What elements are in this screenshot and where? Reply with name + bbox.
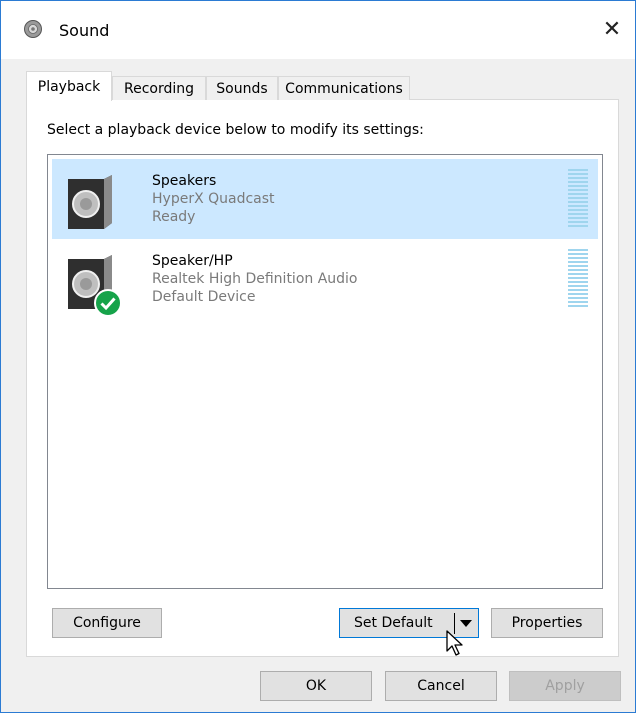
device-status: Ready xyxy=(152,209,196,225)
device-name: Speakers xyxy=(152,173,217,189)
device-list[interactable]: Speakers HyperX Quadcast Ready Speaker/H… xyxy=(47,154,603,589)
close-button[interactable]: ✕ xyxy=(589,7,635,51)
cancel-button[interactable]: Cancel xyxy=(385,671,497,701)
window-title: Sound xyxy=(59,21,110,40)
properties-button[interactable]: Properties xyxy=(491,608,603,638)
apply-button[interactable]: Apply xyxy=(509,671,621,701)
speaker-icon xyxy=(68,175,112,229)
configure-button[interactable]: Configure xyxy=(52,608,162,638)
tab-communications[interactable]: Communications xyxy=(278,76,410,100)
title-bar[interactable]: Sound ✕ xyxy=(1,1,635,59)
close-icon: ✕ xyxy=(602,16,622,42)
device-status: Default Device xyxy=(152,289,256,305)
level-meter xyxy=(568,169,588,229)
device-description: HyperX Quadcast xyxy=(152,191,275,207)
ok-button[interactable]: OK xyxy=(260,671,372,701)
sound-dialog: Sound ✕ Playback Recording Sounds Commun… xyxy=(0,0,636,713)
instruction-text: Select a playback device below to modify… xyxy=(47,122,424,138)
device-item-speaker-hp[interactable]: Speaker/HP Realtek High Definition Audio… xyxy=(52,239,598,319)
device-description: Realtek High Definition Audio xyxy=(152,271,358,287)
tab-sounds[interactable]: Sounds xyxy=(206,76,278,100)
mouse-cursor-icon xyxy=(446,630,463,656)
device-item-speakers[interactable]: Speakers HyperX Quadcast Ready xyxy=(52,159,598,239)
device-name: Speaker/HP xyxy=(152,253,233,269)
default-check-icon xyxy=(94,289,122,317)
tab-recording[interactable]: Recording xyxy=(112,76,206,100)
set-default-label: Set Default xyxy=(354,615,433,631)
level-meter xyxy=(568,249,588,309)
dropdown-arrow-icon[interactable] xyxy=(460,620,472,627)
sound-app-icon xyxy=(24,20,42,38)
tab-playback[interactable]: Playback xyxy=(26,71,112,101)
